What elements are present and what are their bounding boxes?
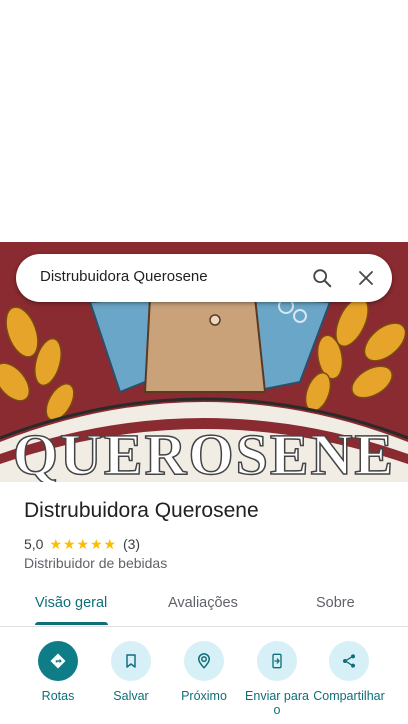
place-tabs: Visão geral Avaliações Sobre: [0, 584, 408, 627]
star-icon: ★: [49, 536, 63, 552]
place-category: Distribuidor de bebidas: [24, 555, 168, 571]
search-bar[interactable]: Distrubuidora Querosene: [16, 254, 392, 302]
nearby-icon: [197, 653, 211, 669]
send-to-phone-icon: [272, 653, 282, 669]
directions-icon: [50, 653, 66, 669]
save-button-circle[interactable]: [111, 641, 151, 681]
save-label: Salvar: [113, 689, 149, 703]
rating-value: 5,0: [24, 536, 44, 552]
nearby-button-circle[interactable]: [184, 641, 224, 681]
send-to-phone-button-circle[interactable]: [257, 641, 297, 681]
close-icon: [359, 271, 373, 285]
star-icon: ★: [103, 536, 117, 552]
star-icon: ★: [89, 536, 103, 552]
active-tab-indicator: [35, 622, 108, 625]
rating-row[interactable]: 5,0 ★ ★ ★ ★ ★ (3): [24, 535, 140, 553]
tab-about[interactable]: Sobre: [316, 595, 355, 611]
share-label: Compartilhar: [313, 689, 385, 703]
nearby-button[interactable]: Próximo: [166, 641, 242, 703]
share-button-circle[interactable]: [329, 641, 369, 681]
tab-reviews[interactable]: Avaliações: [168, 595, 238, 611]
share-button[interactable]: Compartilhar: [311, 641, 387, 703]
directions-label: Rotas: [41, 689, 75, 703]
directions-button[interactable]: Rotas: [20, 641, 96, 703]
bookmark-icon: [126, 654, 136, 668]
search-button[interactable]: [302, 258, 342, 298]
send-to-phone-button[interactable]: Enviar para o: [239, 641, 315, 717]
place-title: Distrubuidora Querosene: [24, 499, 259, 522]
star-icon: ★: [62, 536, 76, 552]
tab-overview[interactable]: Visão geral: [35, 595, 107, 611]
nearby-label: Próximo: [181, 689, 227, 703]
search-input[interactable]: Distrubuidora Querosene: [40, 268, 208, 285]
directions-button-circle[interactable]: [38, 641, 78, 681]
send-to-phone-label: Enviar para o: [245, 689, 309, 717]
rating-stars: ★ ★ ★ ★ ★: [49, 537, 117, 551]
photo-sign-text: QUEROSENE: [13, 422, 395, 482]
share-icon: [343, 654, 355, 668]
review-count: (3): [122, 536, 141, 552]
map-blank-area: [0, 0, 408, 242]
star-icon: ★: [76, 536, 90, 552]
search-icon: [313, 269, 332, 288]
close-button[interactable]: [346, 258, 386, 298]
save-button[interactable]: Salvar: [93, 641, 169, 703]
